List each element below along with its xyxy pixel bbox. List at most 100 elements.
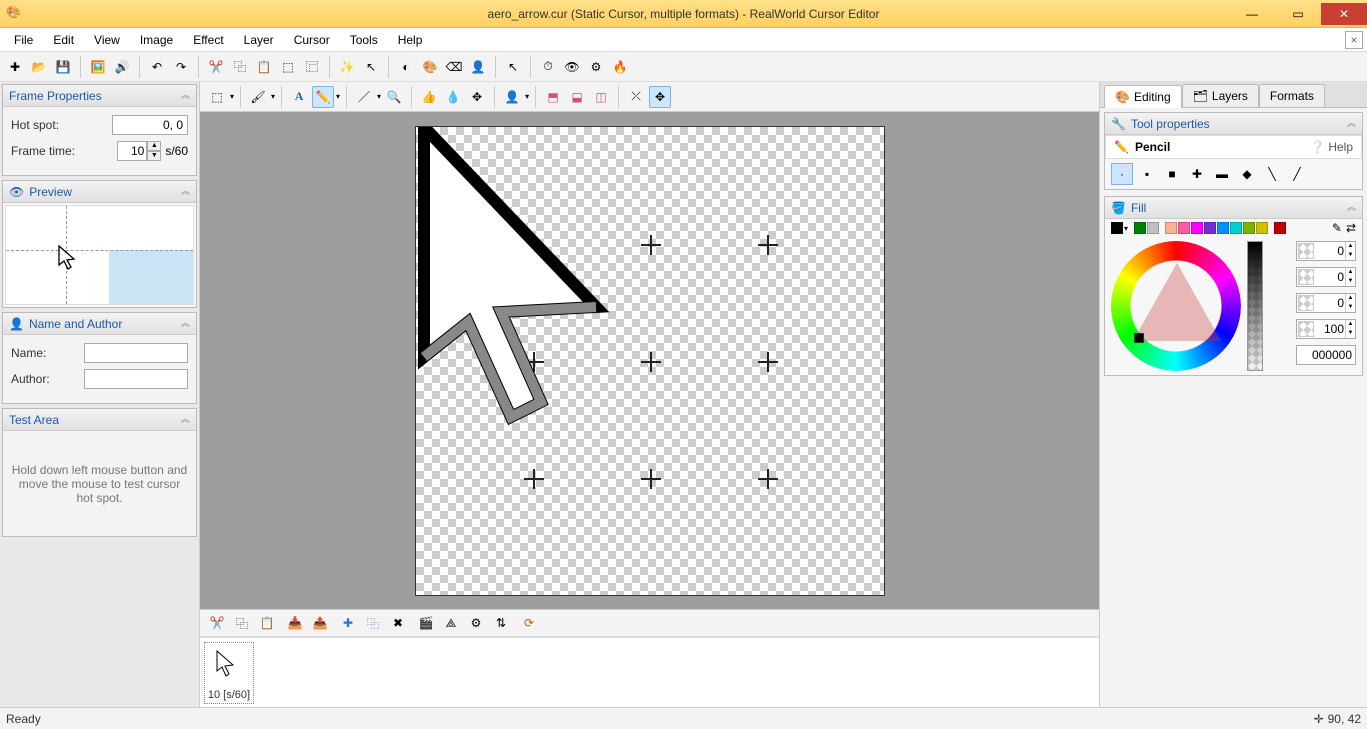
swatch[interactable] [1274, 222, 1286, 234]
swatch[interactable] [1217, 222, 1229, 234]
tip-diag1-icon[interactable]: ╲ [1261, 163, 1283, 185]
g-input[interactable] [1314, 270, 1344, 284]
frame-cut-icon[interactable]: ✂️ [206, 612, 228, 634]
author-input[interactable] [84, 369, 188, 389]
image-icon[interactable]: 🖼️ [87, 56, 109, 78]
pointer-icon[interactable]: ↖ [502, 56, 524, 78]
tip-diamond-icon[interactable]: ◆ [1236, 163, 1258, 185]
user-icon[interactable]: 👤 [467, 56, 489, 78]
layer-b-icon[interactable]: ⬓ [566, 86, 588, 108]
spin-down-icon[interactable]: ▼ [147, 151, 161, 161]
test-area[interactable]: Hold down left mouse button and move the… [3, 431, 196, 536]
contrast-icon[interactable]: ◐ [395, 56, 417, 78]
text-tool-icon[interactable]: A [288, 86, 310, 108]
hex-input[interactable]: 000000 [1296, 345, 1356, 365]
frame-fx-icon[interactable]: ⟁ [440, 612, 462, 634]
hotspot-input[interactable] [112, 115, 188, 135]
swatch[interactable] [1230, 222, 1242, 234]
menu-layer[interactable]: Layer [234, 30, 284, 50]
layer-a-icon[interactable]: ⬒ [542, 86, 564, 108]
tip-plus-icon[interactable]: ✚ [1186, 163, 1208, 185]
collapse-icon[interactable]: ︽ [1347, 203, 1356, 212]
swatch[interactable] [1111, 222, 1123, 234]
eye-icon[interactable]: 👁 [561, 56, 583, 78]
tab-formats[interactable]: Formats [1259, 84, 1325, 107]
b-input[interactable] [1314, 296, 1344, 310]
swatch[interactable] [1256, 222, 1268, 234]
magic-icon[interactable]: ✨ [336, 56, 358, 78]
snap-a-icon[interactable]: ⤫ [625, 86, 647, 108]
tab-editing[interactable]: 🎨Editing [1104, 85, 1182, 108]
frame-add-icon[interactable]: ✚ [337, 612, 359, 634]
spin-up-icon[interactable]: ▲ [147, 141, 161, 151]
menu-edit[interactable]: Edit [43, 30, 84, 50]
tab-layers[interactable]: 🗂Layers [1182, 84, 1259, 107]
swatch[interactable] [1134, 222, 1146, 234]
swatch[interactable] [1191, 222, 1203, 234]
frame-import-icon[interactable]: 📥 [284, 612, 306, 634]
tip-rect-icon[interactable]: ▬ [1211, 163, 1233, 185]
collapse-icon[interactable]: ︽ [1347, 119, 1356, 128]
collapse-icon[interactable]: ︽ [181, 187, 190, 196]
brush-tool-icon[interactable]: 🖌 [247, 86, 269, 108]
sound-icon[interactable]: 🔊 [111, 56, 133, 78]
collapse-icon[interactable]: ︽ [181, 91, 190, 100]
name-input[interactable] [84, 343, 188, 363]
r-input[interactable] [1314, 244, 1344, 258]
color-wheel[interactable] [1111, 241, 1241, 371]
gear-icon[interactable]: ⚙ [585, 56, 607, 78]
cut-icon[interactable]: ✂️ [205, 56, 227, 78]
alpha-input[interactable] [1314, 322, 1344, 336]
help-link[interactable]: ❔Help [1310, 140, 1353, 154]
menu-image[interactable]: Image [130, 30, 183, 50]
menu-effect[interactable]: Effect [183, 30, 233, 50]
line-tool-icon[interactable]: ／ [353, 86, 375, 108]
save-icon[interactable]: 💾 [52, 56, 74, 78]
frame-gear-icon[interactable]: ⚙ [465, 612, 487, 634]
swatch[interactable] [1243, 222, 1255, 234]
paste-icon[interactable]: 📋 [253, 56, 275, 78]
undo-icon[interactable]: ↶ [146, 56, 168, 78]
select-tool-icon[interactable]: ⬚ [206, 86, 228, 108]
fire-icon[interactable]: 🔥 [609, 56, 631, 78]
dropper-tool-icon[interactable]: 💧 [442, 86, 464, 108]
wheel-handle-icon[interactable] [1134, 333, 1144, 343]
hand-tool-icon[interactable]: 👍 [418, 86, 440, 108]
redo-icon[interactable]: ↷ [170, 56, 192, 78]
eraser-icon[interactable]: ⌫ [443, 56, 465, 78]
swap-icon[interactable]: ⇄ [1346, 221, 1356, 235]
menu-tools[interactable]: Tools [340, 30, 388, 50]
tip-med-icon[interactable]: ■ [1161, 163, 1183, 185]
menu-cursor[interactable]: Cursor [284, 30, 340, 50]
frame-copy-icon[interactable]: ⿻ [231, 612, 253, 634]
swatch[interactable] [1204, 222, 1216, 234]
collapse-icon[interactable]: ︽ [181, 415, 190, 424]
frame-thumb[interactable]: 10 [s/60] [204, 642, 254, 704]
frame-delete-icon[interactable]: ✖ [387, 612, 409, 634]
layer-new-icon[interactable]: ⬚ [277, 56, 299, 78]
preview-area[interactable] [5, 205, 194, 305]
alpha-slider[interactable] [1247, 241, 1263, 371]
copy-icon[interactable]: ⿻ [229, 56, 251, 78]
timer-icon[interactable]: ⏱ [537, 56, 559, 78]
editor-canvas[interactable] [415, 126, 885, 596]
palette-icon[interactable]: 🎨 [419, 56, 441, 78]
swatch[interactable] [1178, 222, 1190, 234]
magnify-tool-icon[interactable]: 🔍 [383, 86, 405, 108]
eyedropper-icon[interactable]: ✎ [1332, 221, 1342, 235]
tip-1px-icon[interactable]: · [1111, 163, 1133, 185]
new-icon[interactable]: ✚ [4, 56, 26, 78]
menu-help[interactable]: Help [388, 30, 433, 50]
frame-export-icon[interactable]: 📤 [309, 612, 331, 634]
collapse-icon[interactable]: ︽ [181, 319, 190, 328]
frame-anim-icon[interactable]: 🎬 [415, 612, 437, 634]
tip-small-icon[interactable]: ▪ [1136, 163, 1158, 185]
cursor-icon[interactable]: ↖ [360, 56, 382, 78]
person-tool-icon[interactable]: 👤 [501, 86, 523, 108]
menu-view[interactable]: View [84, 30, 130, 50]
move-tool-icon[interactable]: ✥ [466, 86, 488, 108]
snap-b-icon[interactable]: ✥ [649, 86, 671, 108]
frame-reload-icon[interactable]: ⟳ [518, 612, 540, 634]
frame-paste-icon[interactable]: 📋 [256, 612, 278, 634]
document-close-icon[interactable]: × [1345, 31, 1363, 49]
